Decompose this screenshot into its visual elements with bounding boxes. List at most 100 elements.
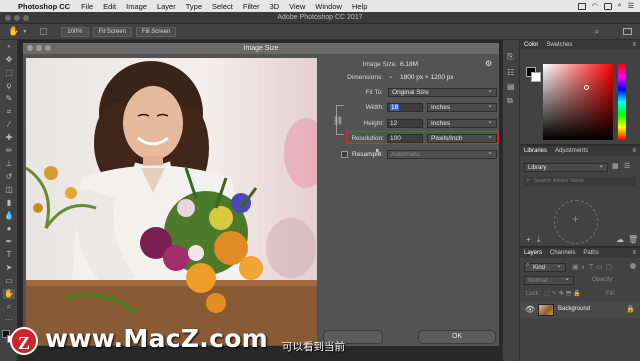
menu-select[interactable]: Select bbox=[207, 2, 238, 11]
healing-tool-icon[interactable]: ✚ bbox=[3, 133, 15, 143]
menu-type[interactable]: Type bbox=[181, 2, 207, 11]
dodge-tool-icon[interactable]: ● bbox=[3, 224, 15, 234]
layer-row-background[interactable]: 👁 Background 🔒 bbox=[520, 302, 640, 318]
grid-view-icon[interactable]: ▦ bbox=[612, 162, 619, 170]
actions-panel-icon[interactable]: ▤ bbox=[507, 82, 515, 91]
marquee-tool-icon[interactable]: ⬚ bbox=[3, 68, 15, 78]
move-tool-icon[interactable]: ✥ bbox=[3, 55, 15, 65]
pen-tool-icon[interactable]: ✒ bbox=[3, 237, 15, 247]
layer-filter-kind-select[interactable]: Kind bbox=[524, 262, 566, 272]
zoom-window-icon[interactable] bbox=[23, 15, 29, 21]
menu-app-name[interactable]: Photoshop CC bbox=[14, 2, 76, 11]
panel-menu-icon[interactable]: ≡ bbox=[628, 250, 640, 256]
menu-window[interactable]: Window bbox=[310, 2, 347, 11]
dialog-close-icon[interactable] bbox=[27, 45, 33, 51]
menu-filter[interactable]: Filter bbox=[238, 2, 265, 11]
cloud-sync-icon[interactable]: ☁ bbox=[616, 235, 624, 244]
width-field[interactable]: 18 bbox=[387, 103, 423, 112]
zoom-100-button[interactable]: 100% bbox=[61, 26, 89, 37]
properties-panel-icon[interactable]: ☷ bbox=[507, 68, 514, 77]
blur-tool-icon[interactable]: 💧 bbox=[3, 211, 15, 221]
more-tools-icon[interactable]: ··· bbox=[3, 315, 15, 325]
upload-icon[interactable]: ⤓ bbox=[537, 235, 541, 245]
shape-tool-icon[interactable]: ▭ bbox=[3, 276, 15, 286]
hue-slider[interactable] bbox=[618, 64, 626, 140]
width-unit-select[interactable]: Inches bbox=[427, 102, 497, 112]
fit-to-select[interactable]: Original Size bbox=[388, 87, 497, 97]
dimensions-units-chevron-icon[interactable]: ⌄ bbox=[388, 72, 394, 80]
tab-adjustments[interactable]: Adjustments bbox=[551, 148, 592, 154]
dialog-minimize-icon[interactable] bbox=[36, 45, 42, 51]
gradient-tool-icon[interactable]: ▮ bbox=[3, 198, 15, 208]
tool-preset-chevron-icon[interactable]: ▾ bbox=[23, 28, 26, 35]
resample-checkbox[interactable] bbox=[341, 151, 348, 158]
panel-menu-icon[interactable]: ≡ bbox=[628, 148, 640, 154]
menu-image[interactable]: Image bbox=[121, 2, 152, 11]
eyedropper-tool-icon[interactable]: ⁄ bbox=[3, 120, 15, 130]
bg-color-chip[interactable] bbox=[531, 72, 541, 82]
lasso-tool-icon[interactable]: ϙ bbox=[3, 81, 15, 91]
crop-tool-icon[interactable]: ⌗ bbox=[3, 107, 15, 117]
color-field[interactable] bbox=[543, 64, 613, 140]
resample-method-select[interactable]: Automatic bbox=[387, 149, 497, 159]
height-field[interactable]: 12 bbox=[387, 119, 423, 128]
scroll-all-windows-checkbox[interactable] bbox=[40, 28, 48, 35]
image-preview[interactable] bbox=[26, 58, 317, 345]
stamp-tool-icon[interactable]: ⊥ bbox=[3, 159, 15, 169]
collapse-tools-icon[interactable]: » bbox=[3, 42, 15, 52]
tab-layers[interactable]: Layers bbox=[520, 250, 546, 256]
history-panel-icon[interactable]: ⎘ bbox=[507, 52, 513, 62]
search-icon[interactable]: ⌕ bbox=[618, 2, 622, 10]
list-view-icon[interactable]: ☰ bbox=[624, 162, 630, 170]
hand-tool-icon[interactable]: ✋ bbox=[8, 26, 19, 37]
panel-menu-icon[interactable]: ≡ bbox=[628, 42, 640, 48]
menu-edit[interactable]: Edit bbox=[98, 2, 121, 11]
blend-mode-select[interactable]: Normal bbox=[524, 275, 574, 285]
display-icon[interactable] bbox=[577, 2, 586, 10]
color-picker-marker[interactable] bbox=[584, 85, 589, 90]
visibility-eye-icon[interactable]: 👁 bbox=[525, 305, 535, 314]
resolution-field[interactable]: 100 bbox=[387, 134, 423, 143]
history-brush-icon[interactable]: ↺ bbox=[3, 172, 15, 182]
plus-icon[interactable]: + bbox=[572, 212, 579, 226]
tab-paths[interactable]: Paths bbox=[579, 250, 602, 256]
brush-tool-icon[interactable]: ✏ bbox=[3, 146, 15, 156]
tab-libraries[interactable]: Libraries bbox=[520, 148, 551, 154]
eraser-tool-icon[interactable]: ◫ bbox=[3, 185, 15, 195]
tab-channels[interactable]: Channels bbox=[546, 250, 579, 256]
menu-file[interactable]: File bbox=[76, 2, 98, 11]
trash-icon[interactable]: 🗑 bbox=[628, 235, 638, 244]
lock-icons[interactable]: ⬚✎✥⬒🔒 bbox=[544, 290, 583, 297]
fill-screen-button[interactable]: Fill Screen bbox=[135, 26, 177, 37]
library-search-input[interactable]: Search Adobe Stock bbox=[524, 177, 636, 186]
tab-swatches[interactable]: Swatches bbox=[542, 42, 576, 48]
dialog-zoom-icon[interactable] bbox=[45, 45, 51, 51]
path-select-tool-icon[interactable]: ➤ bbox=[3, 263, 15, 273]
search-icon[interactable]: ⌕ bbox=[595, 27, 599, 37]
tab-color[interactable]: Color bbox=[520, 42, 542, 48]
layer-filter-icons[interactable]: ▣◐T▭▢ bbox=[572, 263, 615, 271]
close-window-icon[interactable] bbox=[5, 15, 11, 21]
menu-view[interactable]: View bbox=[284, 2, 310, 11]
menu-help[interactable]: Help bbox=[347, 2, 372, 11]
menu-layer[interactable]: Layer bbox=[152, 2, 181, 11]
character-panel-icon[interactable]: ⧉ bbox=[507, 96, 513, 106]
wifi-icon[interactable]: ◠ bbox=[592, 2, 598, 10]
gear-icon[interactable]: ⚙ bbox=[485, 59, 492, 68]
library-select[interactable]: Library bbox=[524, 162, 608, 172]
menu-list-icon[interactable]: ☰ bbox=[628, 2, 634, 10]
height-unit-select[interactable]: Inches bbox=[427, 118, 497, 128]
hand-tool-icon[interactable]: ✋ bbox=[3, 289, 15, 299]
ok-button[interactable]: OK bbox=[418, 330, 496, 344]
resolution-unit-select[interactable]: Pixels/Inch bbox=[427, 133, 497, 143]
type-tool-icon[interactable]: T bbox=[3, 250, 15, 260]
workspace-icon[interactable] bbox=[623, 28, 632, 35]
minimize-window-icon[interactable] bbox=[14, 15, 20, 21]
menu-3d[interactable]: 3D bbox=[265, 2, 285, 11]
zoom-tool-icon[interactable]: ⌕ bbox=[3, 302, 15, 312]
add-content-icon[interactable]: + bbox=[526, 235, 531, 244]
quick-select-tool-icon[interactable]: ✎ bbox=[3, 94, 15, 104]
fit-screen-button[interactable]: Fit Screen bbox=[92, 26, 132, 37]
filter-toggle-icon[interactable] bbox=[630, 263, 636, 269]
battery-icon[interactable] bbox=[603, 2, 612, 10]
